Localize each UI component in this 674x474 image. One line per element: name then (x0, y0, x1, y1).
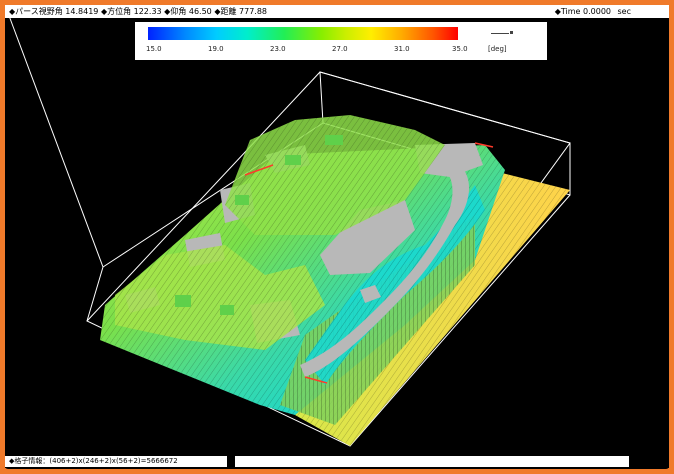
cfd-3d-viewport[interactable] (5, 5, 669, 469)
status-bar: ◆格子情報：(406+2)x(246+2)x(56+2)=5666672 (5, 454, 669, 468)
status-message-box (235, 456, 629, 467)
visualization-window: ◆パース視野角 14.8419 ◆方位角 122.33 ◆仰角 46.50 ◆距… (5, 5, 669, 469)
mesh-info: ◆格子情報：(406+2)x(246+2)x(56+2)=5666672 (5, 456, 227, 467)
